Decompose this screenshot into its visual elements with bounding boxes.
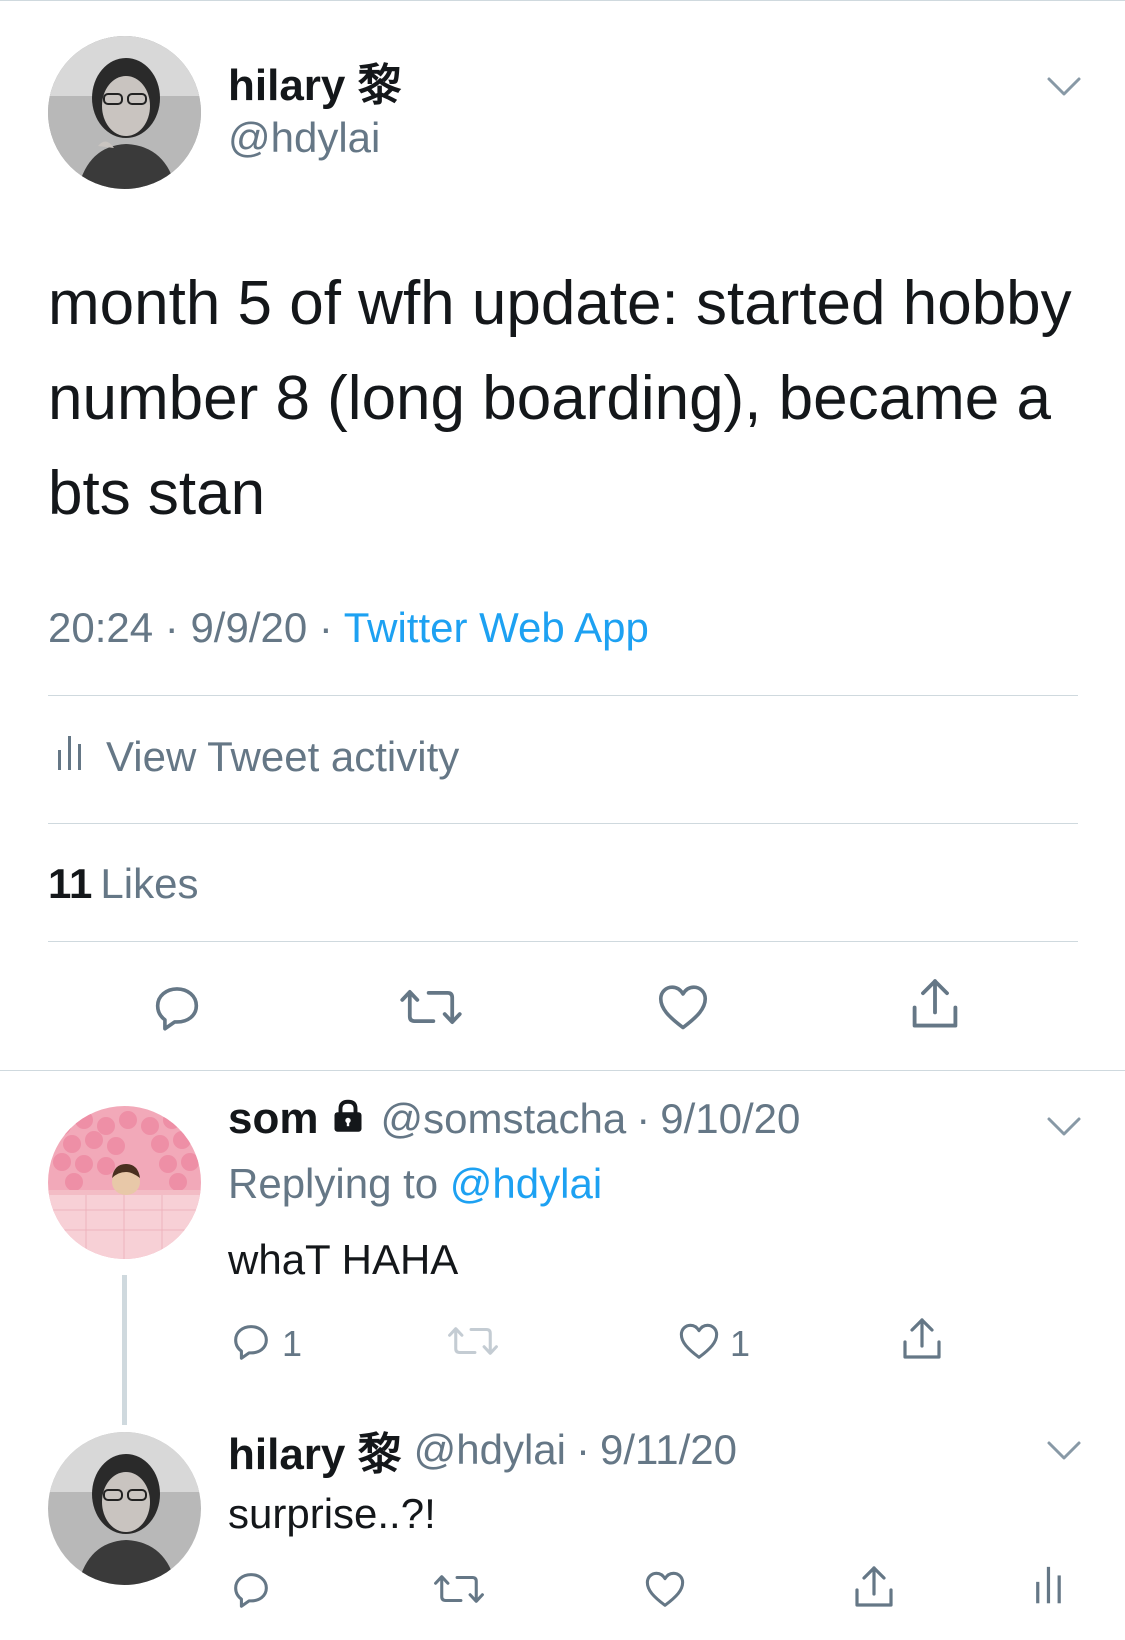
likes-label: Likes [100, 860, 199, 907]
retweet-icon [446, 1318, 500, 1369]
like-button[interactable]: 1 [676, 1318, 750, 1369]
reply-header: som @somstacha · 9/10/20 [228, 1094, 801, 1144]
reply-count: 1 [282, 1322, 303, 1364]
replying-to: Replying to @hdylai [228, 1160, 602, 1208]
analytics-icon [56, 732, 84, 782]
lock-icon [330, 1095, 366, 1143]
share-icon [898, 1314, 946, 1369]
chevron-down-icon[interactable] [1046, 1440, 1082, 1462]
top-divider [0, 0, 1125, 1]
share-icon [850, 1562, 898, 1617]
tweet-metadata: 20:24 · 9/9/20 · Twitter Web App [48, 604, 649, 651]
tweet-source-link[interactable]: Twitter Web App [344, 604, 649, 651]
heart-icon [642, 1566, 688, 1617]
reply-display-name[interactable]: hilary 黎 [228, 1418, 402, 1482]
avatar[interactable] [48, 36, 201, 189]
reply-date[interactable]: 9/11/20 [600, 1426, 737, 1474]
likes-summary[interactable]: 11 Likes [48, 860, 198, 908]
retweet-icon [398, 978, 464, 1041]
reply-text: surprise..?! [228, 1490, 436, 1537]
share-icon [906, 974, 964, 1039]
tweet-analytics-button[interactable] [1034, 1562, 1064, 1611]
like-button[interactable] [654, 978, 712, 1041]
chevron-down-icon[interactable] [1046, 1116, 1082, 1138]
reply-display-name[interactable]: som [228, 1094, 318, 1144]
reply-icon [148, 978, 206, 1041]
heart-icon [676, 1318, 722, 1369]
share-button[interactable] [850, 1562, 898, 1617]
reply-button[interactable]: 1 [228, 1318, 302, 1369]
divider [48, 695, 1078, 696]
chevron-down-icon[interactable] [1046, 76, 1082, 98]
reply-date[interactable]: 9/10/20 [660, 1095, 800, 1143]
reply-handle[interactable]: @hdylai [414, 1426, 566, 1474]
retweet-button[interactable] [398, 978, 464, 1041]
analytics-icon [1034, 1562, 1064, 1611]
divider [48, 823, 1078, 824]
view-tweet-activity-link[interactable]: View Tweet activity [56, 732, 459, 782]
activity-label: View Tweet activity [106, 733, 460, 780]
reply-header: hilary 黎 @hdylai · 9/11/20 [228, 1418, 737, 1482]
tweet-time: 20:24 [48, 604, 154, 651]
reply-handle[interactable]: @somstacha [380, 1095, 626, 1143]
reply-avatar[interactable] [48, 1432, 201, 1585]
divider [48, 941, 1078, 942]
thread-connector [122, 1275, 127, 1425]
display-name[interactable]: hilary 黎 [228, 60, 402, 112]
user-handle[interactable]: @hdylai [228, 112, 402, 164]
replying-prefix: Replying to [228, 1160, 439, 1207]
retweet-button[interactable] [432, 1566, 494, 1617]
section-divider [0, 1070, 1125, 1071]
share-button[interactable] [906, 974, 964, 1039]
replying-to-handle[interactable]: @hdylai [450, 1160, 602, 1207]
tweet-text: month 5 of wfh update: started hobby num… [48, 269, 1072, 528]
likes-count: 11 [48, 860, 93, 907]
like-count: 1 [730, 1322, 751, 1364]
retweet-icon [432, 1566, 486, 1617]
reply-button[interactable] [148, 978, 206, 1041]
retweet-button[interactable] [446, 1318, 508, 1369]
reply-text: whaT HAHA [228, 1236, 459, 1283]
reply-icon [228, 1318, 274, 1369]
share-button[interactable] [898, 1314, 946, 1369]
tweet-date: 9/9/20 [190, 604, 308, 651]
reply-avatar[interactable] [48, 1106, 201, 1259]
like-button[interactable] [642, 1566, 696, 1617]
heart-icon [654, 978, 712, 1041]
reply-icon [228, 1566, 274, 1617]
reply-button[interactable] [228, 1566, 282, 1617]
